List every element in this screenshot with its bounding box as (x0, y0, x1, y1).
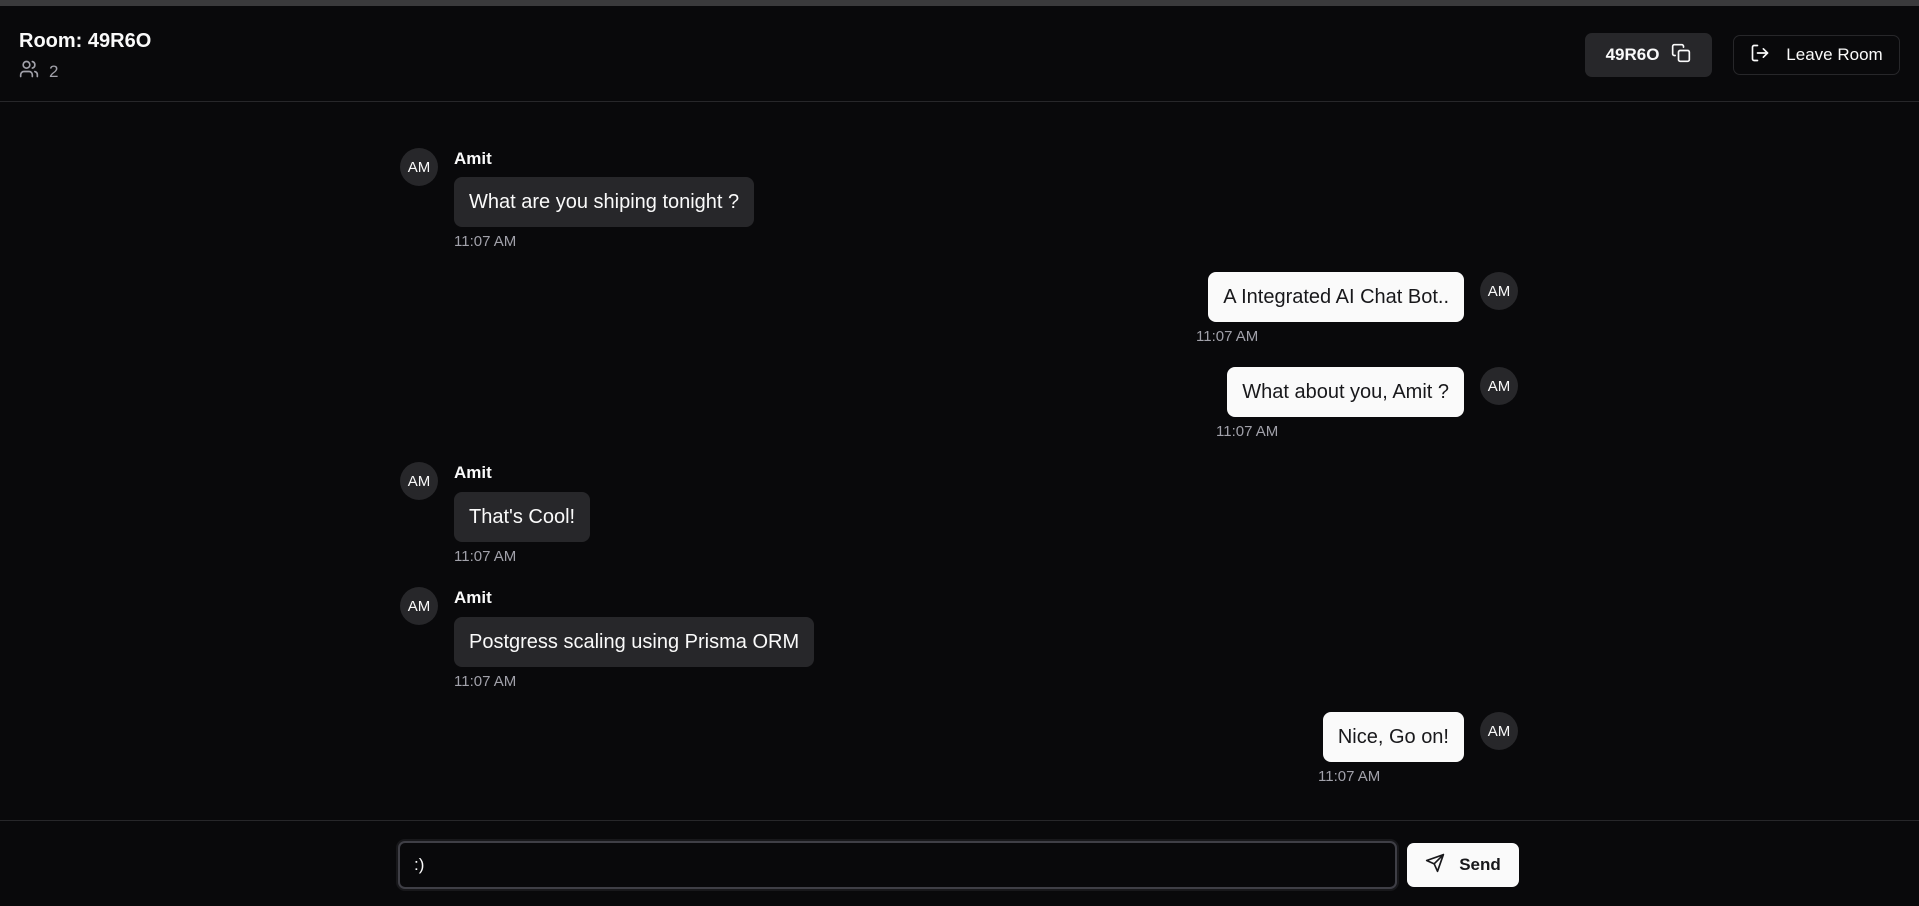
avatar: AM (400, 148, 438, 186)
leave-room-button[interactable]: Leave Room (1733, 35, 1900, 75)
copy-room-code-button[interactable]: 49R6O (1585, 33, 1712, 77)
send-button[interactable]: Send (1407, 843, 1519, 887)
message-list: AM Amit What are you shiping tonight ? 1… (0, 103, 1919, 820)
message-bubble: Postgress scaling using Prisma ORM (454, 617, 815, 667)
send-label: Send (1459, 855, 1501, 874)
message-time: 11:07 AM (454, 548, 517, 565)
message-sender: Amit (454, 149, 492, 168)
avatar: AM (1480, 712, 1518, 750)
message-input[interactable] (398, 841, 1397, 889)
copy-icon (1671, 43, 1691, 68)
avatar: AM (1480, 272, 1518, 310)
message-time: 11:07 AM (1196, 328, 1259, 345)
message-bubble: A Integrated AI Chat Bot.. (1208, 272, 1464, 322)
log-out-icon (1750, 43, 1770, 68)
message-bubble: What are you shiping tonight ? (454, 177, 755, 227)
avatar: AM (400, 587, 438, 625)
message-time: 11:07 AM (454, 233, 517, 250)
send-icon (1425, 853, 1445, 878)
message-time: 11:07 AM (454, 673, 517, 690)
message-bubble: What about you, Amit ? (1227, 367, 1464, 417)
users-icon (19, 59, 39, 84)
composer-bar: Send (0, 820, 1919, 906)
message-time: 11:07 AM (1216, 423, 1279, 440)
message-bubble: That's Cool! (454, 492, 591, 542)
member-count-value: 2 (49, 61, 59, 81)
room-code-label: 49R6O (1605, 45, 1660, 64)
message-sender: Amit (454, 463, 492, 482)
avatar: AM (1480, 367, 1518, 405)
avatar: AM (400, 462, 438, 500)
room-header: Room: 49R6O 2 49R6O Leave Room (0, 6, 1919, 102)
message-bubble: Nice, Go on! (1322, 712, 1464, 762)
room-title: Room: 49R6O (19, 30, 152, 52)
message-time: 11:07 AM (1318, 768, 1381, 785)
message-sender: Amit (454, 588, 492, 607)
leave-room-label: Leave Room (1786, 45, 1883, 64)
member-count: 2 (19, 59, 58, 84)
